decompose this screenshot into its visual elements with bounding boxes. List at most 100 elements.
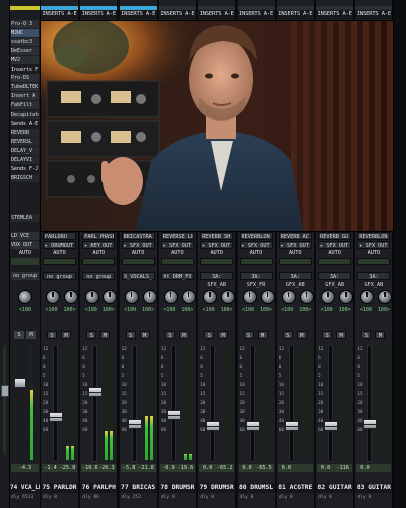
input-selector[interactable]: REVERB_SH — [200, 232, 234, 240]
input-selector[interactable]: REVERBLON — [357, 232, 391, 240]
volume-fader[interactable] — [166, 410, 181, 421]
pan-left-knob[interactable] — [242, 290, 257, 304]
output-selector[interactable]: VOX OUT — [11, 241, 39, 249]
pan-left-knob[interactable] — [85, 290, 100, 304]
mute-button[interactable]: M — [178, 331, 189, 339]
pan-right-knob[interactable] — [103, 290, 118, 304]
solo-button[interactable]: S — [125, 331, 136, 339]
output-selector[interactable]: ▸ DRUMOUT — [43, 241, 76, 249]
mute-button[interactable]: M — [336, 331, 347, 339]
volume-fader[interactable] — [127, 418, 142, 429]
send-slot-4[interactable]: DELAY_V — [11, 147, 39, 155]
output-selector[interactable]: ▸ SFX OUT — [121, 241, 155, 249]
group-selector[interactable]: 3A: SFX_AB — [200, 272, 234, 288]
input-selector[interactable]: REVERB_AC — [278, 232, 312, 240]
track-name[interactable]: 77 BRICAS — [119, 483, 157, 493]
send-slot-2[interactable]: REVERB — [11, 129, 39, 137]
track-name[interactable]: 82 GUITAR — [316, 483, 354, 493]
solo-button[interactable]: S — [14, 331, 24, 339]
group-selector[interactable]: 3A: GFX_AB — [318, 272, 352, 288]
mute-button[interactable]: M — [139, 331, 150, 339]
group-selector[interactable]: S_VOCALS_ — [121, 272, 155, 280]
pan-left-knob[interactable] — [124, 290, 139, 304]
volume-fader[interactable] — [245, 420, 260, 431]
pan-right-knob[interactable] — [221, 290, 236, 304]
track-name[interactable]: 79 DRUMSR — [198, 483, 236, 493]
volume-fader[interactable] — [363, 418, 378, 429]
insert-slot-1[interactable]: Pro-Q 3 — [11, 20, 39, 28]
automation-mode-selector[interactable] — [43, 258, 76, 265]
send-slot-3[interactable]: REVERSL — [11, 138, 39, 146]
pan-right-knob[interactable] — [260, 290, 275, 304]
group-selector[interactable]: no group — [43, 272, 76, 280]
solo-button[interactable]: S — [361, 331, 372, 339]
group-selector[interactable]: 3A: GFX_AB — [357, 272, 391, 288]
automation-mode-selector[interactable] — [278, 258, 312, 265]
volume-fader[interactable] — [206, 420, 221, 431]
pan-right-knob[interactable] — [142, 290, 157, 304]
insert-slot-5[interactable]: MV2 — [11, 56, 39, 64]
output-selector[interactable]: ▸ SFX OUT — [200, 241, 234, 249]
mute-button[interactable]: M — [257, 331, 268, 339]
track-name[interactable]: 80 DRUMSL — [237, 483, 275, 493]
insert-slot-9[interactable]: FabFilt — [11, 101, 39, 109]
input-selector[interactable]: BRICASTRA — [121, 232, 155, 240]
volume-fader[interactable] — [14, 378, 26, 388]
pan-left-knob[interactable] — [281, 290, 296, 304]
solo-button[interactable]: S — [164, 331, 175, 339]
track-name[interactable]: 78 DRUMSR — [158, 483, 196, 493]
send-slot-1[interactable]: Decapitator — [11, 111, 39, 119]
pan-right-knob[interactable] — [339, 290, 354, 304]
automation-mode-selector[interactable] — [11, 258, 39, 265]
insert-slot-4[interactable]: DeEsser — [11, 47, 39, 55]
input-selector[interactable]: PARLDRU — [43, 232, 76, 240]
volume-fader[interactable] — [324, 420, 339, 431]
automation-mode-selector[interactable] — [239, 258, 273, 265]
insert-slot-2[interactable]: MJUC — [11, 29, 39, 37]
volume-fader[interactable] — [49, 412, 63, 423]
output-selector[interactable]: ▸ KEY OUT — [82, 241, 116, 249]
pan-right-knob[interactable] — [181, 290, 196, 304]
pan-left-knob[interactable] — [203, 290, 218, 304]
pan-left-knob[interactable] — [360, 290, 375, 304]
send-slot-7[interactable]: STEMLEA — [11, 214, 39, 222]
group-selector[interactable]: 3A: SFX_FR — [239, 272, 273, 288]
automation-mode-selector[interactable] — [318, 258, 352, 265]
send-slot-5[interactable]: DELAYVI — [11, 156, 39, 164]
insert-slot-8[interactable]: Insert A — [11, 92, 39, 100]
solo-button[interactable]: S — [243, 331, 254, 339]
send-slot-6[interactable]: BRIGSCH — [11, 174, 39, 182]
pan-right-knob[interactable] — [378, 290, 393, 304]
track-name[interactable]: 74 VCA_LD — [10, 483, 40, 493]
output-selector[interactable]: ▸ SFX OUT — [160, 241, 194, 249]
input-selector[interactable]: REVERBLON — [239, 232, 273, 240]
solo-button[interactable]: S — [47, 331, 57, 339]
output-selector[interactable]: ▸ SFX OUT — [357, 241, 391, 249]
pan-right-knob[interactable] — [64, 290, 78, 304]
mute-button[interactable]: M — [26, 331, 36, 339]
pan-left-knob[interactable] — [163, 290, 178, 304]
mute-button[interactable]: M — [375, 331, 386, 339]
output-selector[interactable]: ▸ SFX OUT — [239, 241, 273, 249]
insert-slot-3[interactable]: ssatbc3 — [11, 38, 39, 46]
group-selector[interactable]: ht DRM_FX — [160, 272, 194, 280]
track-name[interactable]: 75 PARLDR — [41, 483, 78, 493]
insert-slot-7[interactable]: TubeDLTEK — [11, 83, 39, 91]
track-name[interactable]: 83 GUITAR — [355, 483, 393, 493]
group-selector[interactable]: 3A: GFX_AB — [278, 272, 312, 288]
input-selector[interactable]: REVERB_GU — [318, 232, 352, 240]
volume-fader[interactable] — [88, 387, 103, 397]
solo-button[interactable]: S — [86, 331, 97, 339]
pan-right-knob[interactable] — [299, 290, 314, 304]
solo-button[interactable]: S — [204, 331, 215, 339]
mute-button[interactable]: M — [61, 331, 71, 339]
automation-mode-selector[interactable] — [357, 258, 391, 265]
insert-slot-6[interactable]: Pro-DS — [11, 74, 39, 82]
mute-button[interactable]: M — [100, 331, 111, 339]
solo-button[interactable]: S — [282, 331, 293, 339]
output-selector[interactable]: ▸ SFX OUT — [318, 241, 352, 249]
pan-left-knob[interactable] — [46, 290, 60, 304]
automation-mode-selector[interactable] — [200, 258, 234, 265]
track-name[interactable]: 76 PARLPH — [80, 483, 118, 493]
group-selector[interactable]: no group — [11, 272, 39, 280]
